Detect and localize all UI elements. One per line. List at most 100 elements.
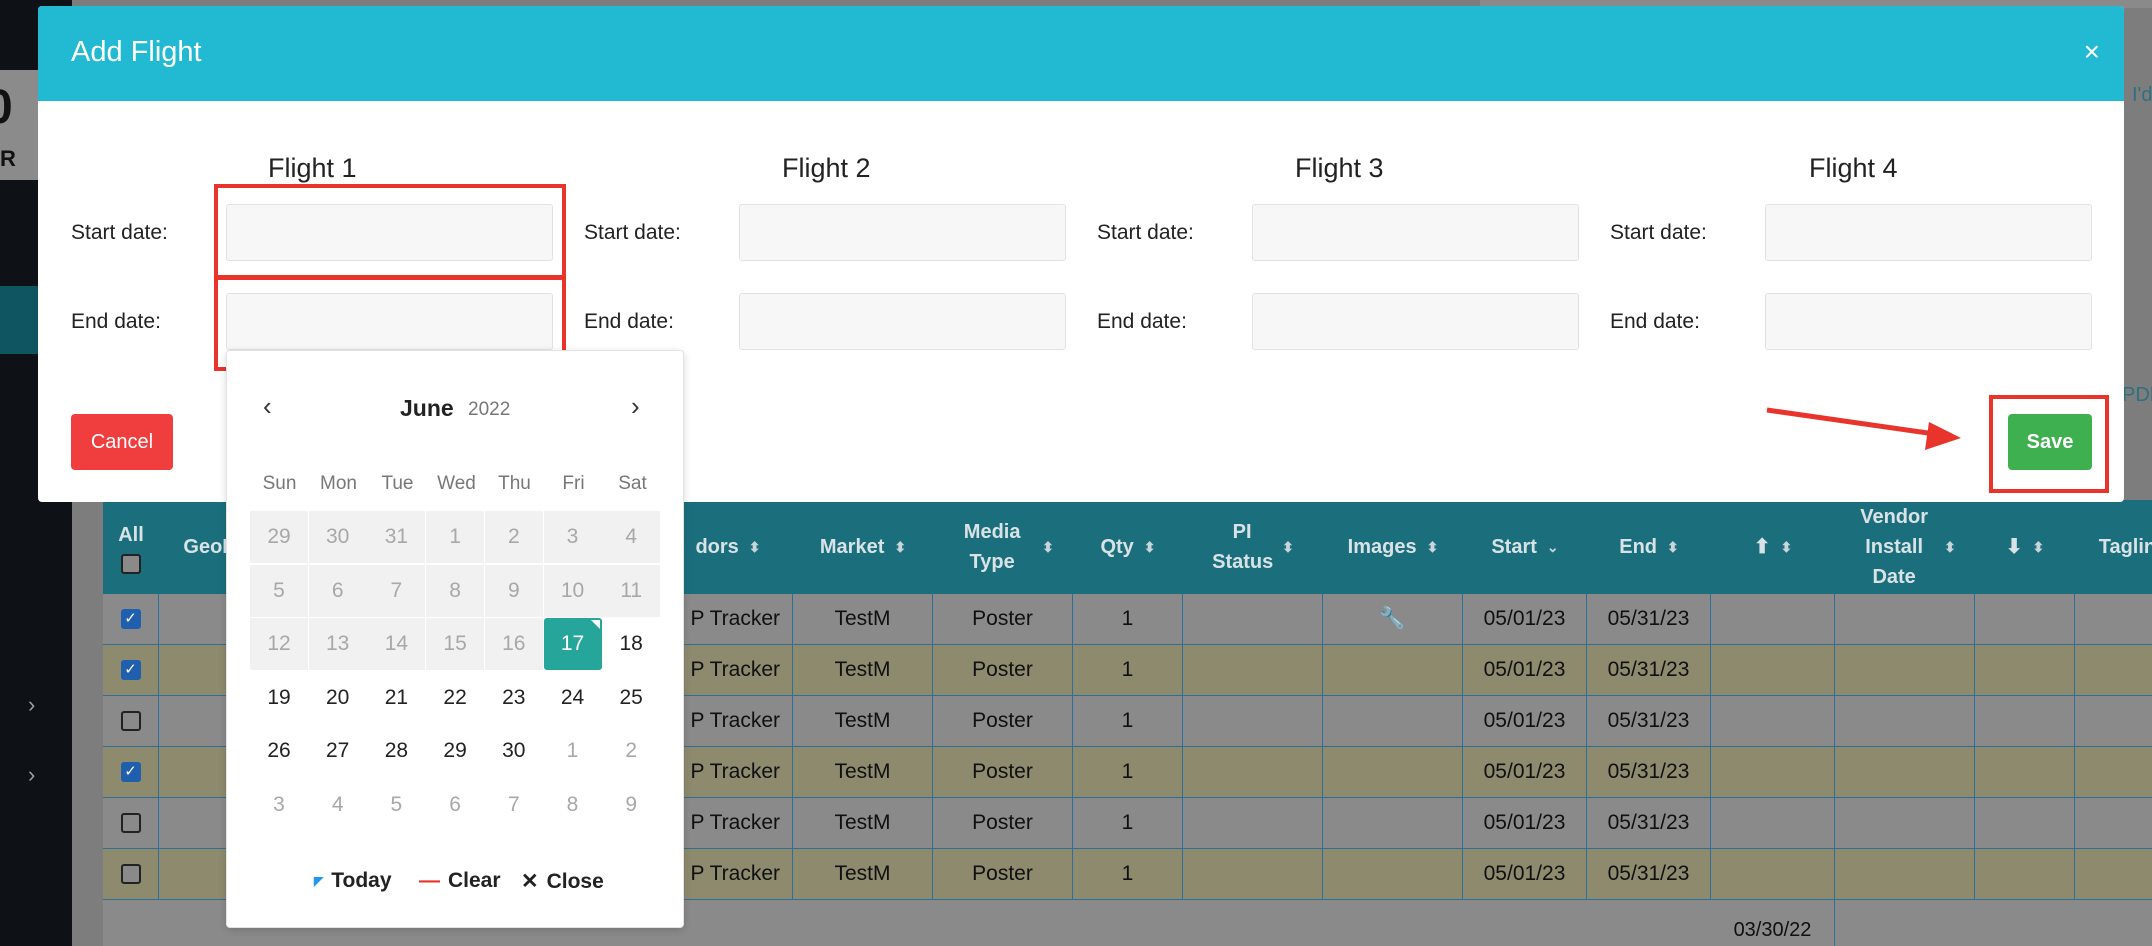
header-market[interactable]: Market ⬍: [793, 500, 933, 594]
table-cell: [1323, 645, 1463, 695]
datepicker-day[interactable]: 10: [543, 564, 602, 617]
header-media-type[interactable]: Media Type ⬍: [933, 500, 1073, 594]
table-cell: 05/01/23: [1463, 747, 1587, 797]
datepicker-day[interactable]: 12: [250, 618, 308, 670]
datepicker-day[interactable]: 4: [309, 779, 367, 831]
weekday-label: Fri: [562, 473, 585, 494]
datepicker-day[interactable]: 5: [367, 779, 425, 831]
header-up[interactable]: ⬆ ⬍: [1711, 500, 1835, 594]
datepicker-year[interactable]: 2022: [468, 399, 510, 421]
datepicker-day[interactable]: 22: [426, 672, 484, 724]
datepicker-day[interactable]: 13: [308, 618, 367, 670]
today-button[interactable]: ◤ Today: [314, 869, 392, 893]
table-cell: [1835, 747, 1975, 797]
datepicker-day[interactable]: 14: [367, 618, 426, 670]
header-start[interactable]: Start ⌄: [1463, 500, 1587, 594]
header-end[interactable]: End ⬍: [1587, 500, 1711, 594]
clear-button[interactable]: — Clear: [419, 869, 501, 893]
table-cell: [103, 798, 159, 848]
flight-4-start-input[interactable]: [1765, 204, 2092, 261]
row-checkbox[interactable]: ✓: [120, 609, 141, 629]
datepicker-month[interactable]: June: [400, 395, 454, 422]
flight-2-start-input[interactable]: [739, 204, 1066, 261]
table-cell: ✓: [103, 594, 159, 644]
table-cell: [1183, 849, 1323, 899]
table-cell: [1975, 747, 2075, 797]
header-all[interactable]: All: [103, 500, 159, 594]
table-cell: 1: [1073, 696, 1183, 746]
datepicker-day[interactable]: 6: [308, 564, 367, 617]
row-checkbox[interactable]: [120, 711, 141, 731]
datepicker-day[interactable]: 11: [602, 564, 661, 617]
select-all-checkbox[interactable]: [121, 554, 141, 574]
datepicker-day[interactable]: 3: [250, 779, 308, 831]
row-checkbox[interactable]: ✓: [120, 660, 141, 680]
header-images[interactable]: Images ⬍: [1323, 500, 1463, 594]
header-vendor-install-date[interactable]: Vendor Install Date ⬍: [1835, 500, 1975, 594]
table-cell: 05/31/23: [1587, 645, 1711, 695]
datepicker-day[interactable]: 28: [367, 725, 425, 777]
datepicker-day[interactable]: 8: [544, 779, 602, 831]
datepicker-day[interactable]: 7: [367, 564, 426, 617]
datepicker-day[interactable]: 19: [250, 672, 308, 724]
header-qty[interactable]: Qty ⬍: [1073, 500, 1183, 594]
datepicker-day[interactable]: 20: [309, 672, 367, 724]
header-tagline[interactable]: Tagline: [2083, 500, 2152, 594]
chevron-right-icon[interactable]: ›: [631, 391, 640, 422]
datepicker-day[interactable]: 2: [602, 725, 660, 777]
datepicker-day[interactable]: 26: [250, 725, 308, 777]
sidebar-brand-big: 0: [0, 80, 13, 135]
chevron-right-icon[interactable]: ›: [28, 762, 35, 788]
datepicker-day[interactable]: 29: [426, 725, 484, 777]
sort-icon: ⬍: [1282, 539, 1294, 555]
row-checkbox[interactable]: ✓: [120, 762, 141, 782]
datepicker-day[interactable]: 25: [602, 672, 660, 724]
flight-3-end-input[interactable]: [1252, 293, 1579, 350]
datepicker-day[interactable]: 30: [308, 511, 367, 563]
datepicker-day[interactable]: 15: [426, 618, 485, 670]
wrench-icon[interactable]: 🔧: [1379, 607, 1405, 631]
datepicker-day[interactable]: 7: [485, 779, 543, 831]
row-checkbox[interactable]: [120, 813, 141, 833]
table-cell: Poster: [933, 747, 1073, 797]
datepicker-day[interactable]: 21: [367, 672, 425, 724]
header-label: Vendor Install Date: [1860, 506, 1929, 588]
row-checkbox[interactable]: [120, 864, 141, 884]
flight-2-end-input[interactable]: [739, 293, 1066, 350]
datepicker-day[interactable]: 5: [250, 564, 308, 617]
datepicker-day[interactable]: 16: [484, 618, 543, 670]
datepicker-day[interactable]: 23: [485, 672, 543, 724]
close-icon[interactable]: ×: [2084, 38, 2100, 66]
close-button[interactable]: ✕ Close: [521, 869, 604, 894]
datepicker-day[interactable]: 30: [485, 725, 543, 777]
chevron-right-icon[interactable]: ›: [28, 692, 35, 718]
flight-4-end-input[interactable]: [1765, 293, 2092, 350]
datepicker-day[interactable]: 9: [602, 779, 660, 831]
datepicker-day[interactable]: 27: [309, 725, 367, 777]
datepicker-day[interactable]: 1: [426, 511, 485, 563]
table-cell: [1183, 645, 1323, 695]
header-label: Market: [819, 536, 885, 558]
datepicker-day[interactable]: 29: [250, 511, 308, 563]
datepicker-day[interactable]: 1: [544, 725, 602, 777]
flight-3-start-input[interactable]: [1252, 204, 1579, 261]
datepicker-day[interactable]: 6: [426, 779, 484, 831]
header-pi-status[interactable]: PI Status ⬍: [1183, 500, 1323, 594]
table-cell: 05/31/23: [1587, 594, 1711, 644]
datepicker-day[interactable]: 9: [484, 564, 543, 617]
datepicker-day[interactable]: 3: [543, 511, 602, 563]
datepicker-day[interactable]: 31: [367, 511, 426, 563]
table-cell: 1: [1073, 594, 1183, 644]
cancel-button[interactable]: Cancel: [71, 414, 173, 470]
datepicker-day[interactable]: 2: [484, 511, 543, 563]
datepicker-day[interactable]: 8: [426, 564, 485, 617]
datepicker-day[interactable]: 4: [602, 511, 661, 563]
flight-1-start-label: Start date:: [71, 221, 168, 244]
datepicker-day[interactable]: 24: [544, 672, 602, 724]
datepicker-day[interactable]: 18: [602, 618, 660, 670]
table-cell: TestM: [793, 798, 933, 848]
table-cell: Poster: [933, 696, 1073, 746]
chevron-left-icon[interactable]: ‹: [263, 391, 272, 422]
header-down[interactable]: ⬇ ⬍: [1975, 500, 2075, 594]
datepicker-day[interactable]: 17: [543, 618, 602, 670]
